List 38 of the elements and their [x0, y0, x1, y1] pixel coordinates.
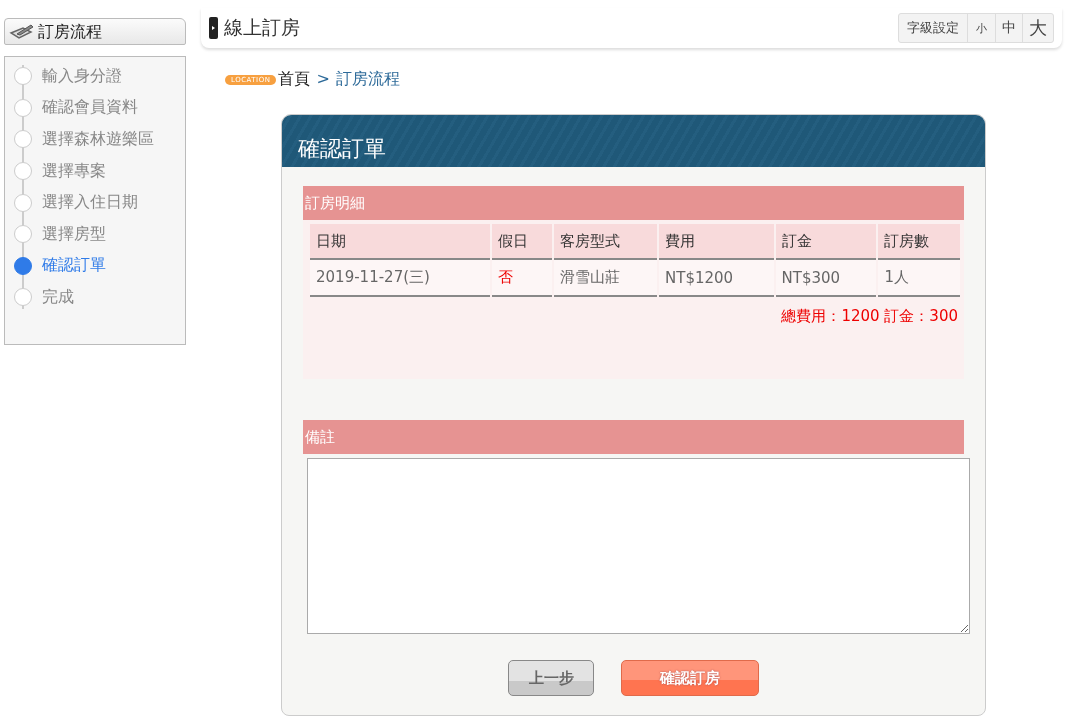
column-header: 假日	[492, 224, 553, 260]
table-cell: 1人	[878, 260, 960, 297]
step-item[interactable]: 輸入身分證	[42, 65, 122, 87]
column-header: 費用	[659, 224, 774, 260]
column-header: 客房型式	[554, 224, 657, 260]
confirm-button[interactable]: 確認訂房	[621, 660, 759, 696]
table-cell: NT$1200	[659, 260, 774, 297]
tag-icon	[209, 17, 218, 39]
step-item[interactable]: 選擇房型	[42, 223, 106, 245]
remarks-field[interactable]	[307, 458, 970, 634]
column-header: 訂房數	[878, 224, 960, 260]
column-header: 日期	[310, 224, 490, 260]
pencil-paper-icon	[9, 23, 35, 41]
breadcrumb-link[interactable]: 訂房流程	[335, 69, 400, 90]
back-button[interactable]: 上一步	[508, 660, 594, 696]
step-item[interactable]: 選擇森林遊樂區	[42, 129, 154, 150]
font-size-label: 字級設定	[906, 19, 960, 37]
table-cell: 2019-11-27(三)	[310, 260, 490, 297]
font-size-button[interactable]: 中	[995, 14, 1022, 42]
section-title: 備註	[303, 420, 964, 454]
breadcrumb-separator: >	[316, 69, 330, 90]
font-size-button[interactable]: 大	[1022, 14, 1053, 42]
step-item[interactable]: 選擇專案	[42, 160, 106, 182]
column-header: 訂金	[775, 224, 877, 260]
breadcrumb-link[interactable]: 首頁	[278, 69, 311, 90]
page-title: 線上訂房	[224, 15, 300, 40]
step-item[interactable]: 完成	[42, 286, 74, 308]
font-size-button[interactable]: 小	[967, 14, 995, 42]
step-item[interactable]: 選擇入住日期	[42, 192, 138, 214]
table-cell: 滑雪山莊	[554, 260, 657, 297]
table-cell: NT$300	[775, 260, 877, 297]
total-text: 總費用：1200 訂金：300	[781, 307, 958, 326]
card-title: 確認訂單	[298, 135, 386, 163]
section-title: 訂房明細	[303, 186, 964, 220]
step-item[interactable]: 確認訂單	[42, 255, 106, 277]
step-item[interactable]: 確認會員資料	[42, 97, 138, 119]
table-cell: 否	[492, 260, 553, 297]
sidebar-title: 訂房流程	[38, 22, 102, 43]
